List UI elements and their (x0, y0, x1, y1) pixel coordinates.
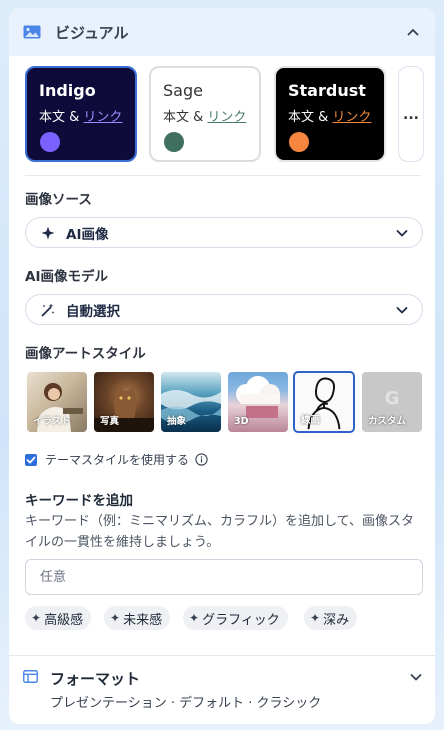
theme-link-text: リンク (332, 110, 372, 125)
keyword-chip-label: 深み (323, 612, 350, 628)
custom-logo-icon: G (384, 388, 400, 409)
image-model-value: 自動選択 (66, 303, 120, 320)
theme-name: Sage (163, 81, 203, 100)
image-model-select[interactable]: 自動選択 (25, 294, 423, 325)
sparkle-icon: ✦ (31, 611, 42, 625)
keyword-chip[interactable]: ✦ グラフィック (183, 606, 288, 630)
chevron-up-icon[interactable] (405, 24, 421, 40)
use-theme-style-row: テーマスタイルを使用する (25, 451, 208, 468)
keyword-chip-label: グラフィック (202, 612, 280, 628)
more-themes-button[interactable]: ... (398, 66, 424, 162)
divider (25, 175, 421, 176)
layout-icon (23, 670, 38, 683)
theme-color-dot (289, 132, 309, 152)
style-tile-3d[interactable]: 3D (228, 372, 288, 432)
keyword-chip-label: 高級感 (44, 612, 84, 628)
sparkle-icon: ✦ (310, 611, 321, 625)
image-model-label: AI画像モデル (25, 269, 108, 285)
theme-color-dot (164, 132, 184, 152)
sparkle-icon (41, 226, 55, 239)
chevron-down-icon (396, 230, 408, 237)
style-tile-illustration[interactable]: イラスト (27, 372, 87, 432)
style-label: 線画 (301, 415, 321, 426)
divider (9, 655, 435, 656)
keywords-input[interactable] (25, 559, 423, 595)
theme-body-text: 本文 & (288, 110, 329, 125)
art-style-label: 画像アートスタイル (25, 346, 146, 362)
keywords-description: キーワード（例：ミニマリズム、カラフル）を追加して、画像スタイルの一貫性を維持し… (25, 514, 414, 550)
checkmark-icon (26, 456, 36, 463)
theme-body-text: 本文 & (163, 110, 204, 125)
theme-link-text: リンク (207, 110, 247, 125)
chevron-down-icon[interactable] (409, 670, 423, 684)
theme-card-indigo[interactable]: Indigo 本文 & リンク (25, 66, 137, 162)
format-section-title[interactable]: フォーマット (50, 668, 140, 689)
image-icon (23, 25, 41, 39)
image-source-label: 画像ソース (25, 192, 92, 208)
theme-color-dot (40, 132, 60, 152)
theme-body-text: 本文 & (39, 110, 80, 125)
theme-card-stardust[interactable]: Stardust 本文 & リンク (274, 66, 386, 162)
keywords-title: キーワードを追加 (25, 493, 133, 509)
theme-name: Stardust (288, 81, 366, 100)
style-label: 3D (234, 416, 249, 427)
style-label: カスタム (368, 416, 407, 427)
style-label: 写真 (100, 416, 120, 427)
visual-settings-panel: ビジュアル Indigo 本文 & リンク Sage 本文 & リンク Star… (9, 8, 435, 724)
use-theme-style-checkbox[interactable] (25, 453, 37, 466)
visual-section-header[interactable]: ビジュアル (9, 8, 435, 56)
keyword-chip[interactable]: ✦ 高級感 (25, 606, 92, 630)
theme-card-sage[interactable]: Sage 本文 & リンク (149, 66, 261, 162)
style-label: イラスト (33, 416, 71, 427)
chevron-down-icon (396, 307, 408, 314)
magic-wand-icon (41, 303, 55, 316)
image-source-value: AI画像 (66, 226, 109, 243)
style-tile-custom[interactable]: G カスタム (362, 372, 422, 432)
image-source-select[interactable]: AI画像 (25, 217, 423, 248)
sparkle-icon: ✦ (110, 611, 121, 625)
style-tile-abstract[interactable]: 抽象 (161, 372, 221, 432)
section-title: ビジュアル (55, 23, 129, 42)
sparkle-icon: ✦ (189, 611, 200, 625)
style-tile-photo[interactable]: 写真 (94, 372, 154, 432)
format-summary: プレゼンテーション · デフォルト · クラシック (50, 696, 322, 711)
style-tile-line-art[interactable]: 線画 (293, 371, 355, 433)
theme-link-text: リンク (83, 110, 123, 125)
keyword-chip[interactable]: ✦ 未来感 (104, 606, 171, 630)
theme-name: Indigo (39, 81, 96, 100)
theme-cards: Indigo 本文 & リンク Sage 本文 & リンク Stardust 本… (25, 66, 435, 162)
keyword-chip-label: 未来感 (123, 612, 163, 628)
keyword-chip[interactable]: ✦ 深み (304, 606, 358, 630)
style-label: 抽象 (167, 416, 187, 427)
info-icon[interactable] (195, 453, 208, 466)
use-theme-style-label: テーマスタイルを使用する (45, 453, 190, 467)
